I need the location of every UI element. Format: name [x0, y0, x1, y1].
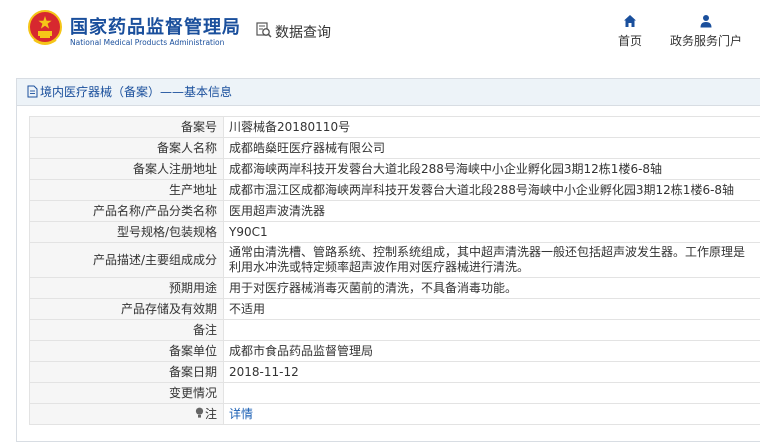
table-row: 预期用途 用于对医疗器械消毒灭菌前的清洗，不具备消毒功能。: [30, 278, 760, 299]
nav-home-label: 首页: [618, 34, 642, 48]
note-label-cell: 注: [30, 404, 224, 425]
row-value: [224, 320, 760, 341]
row-value: Y90C1: [224, 222, 760, 243]
row-label: 产品名称/产品分类名称: [30, 201, 224, 222]
row-value: 成都市温江区成都海峡两岸科技开发蓉台大道北段288号海峡中小企业孵化园3期12栋…: [224, 180, 760, 201]
row-value: 2018-11-12: [224, 362, 760, 383]
row-label: 注: [205, 407, 217, 421]
row-label: 变更情况: [30, 383, 224, 404]
home-icon: [623, 14, 637, 28]
site-subtitle: National Medical Products Administration: [70, 38, 224, 47]
table-row: 型号规格/包装规格 Y90C1: [30, 222, 760, 243]
table-row: 备注: [30, 320, 760, 341]
table-row: 产品名称/产品分类名称 医用超声波清洗器: [30, 201, 760, 222]
row-label: 型号规格/包装规格: [30, 222, 224, 243]
table-row: 产品存储及有效期 不适用: [30, 299, 760, 320]
row-value: [224, 383, 760, 404]
row-value: 成都海峡两岸科技开发蓉台大道北段288号海峡中小企业孵化园3期12栋1楼6-8轴: [224, 159, 760, 180]
table-row: 变更情况: [30, 383, 760, 404]
nav-gov-service[interactable]: 政务服务门户: [666, 14, 746, 49]
user-icon: [699, 14, 713, 28]
app-title: 数据查询: [275, 22, 331, 42]
row-label: 备案日期: [30, 362, 224, 383]
row-value: 不适用: [224, 299, 760, 320]
site-title[interactable]: 国家药品监督管理局: [70, 13, 241, 39]
details-link[interactable]: 详情: [229, 407, 253, 421]
row-label: 备案人名称: [30, 138, 224, 159]
row-label: 预期用途: [30, 278, 224, 299]
document-icon: [27, 85, 38, 98]
row-value: 用于对医疗器械消毒灭菌前的清洗，不具备消毒功能。: [224, 278, 760, 299]
table-row: 备案日期 2018-11-12: [30, 362, 760, 383]
row-label: 生产地址: [30, 180, 224, 201]
row-label: 备案人注册地址: [30, 159, 224, 180]
row-label: 备注: [30, 320, 224, 341]
table-row: 备案人名称 成都皓燊旺医疗器械有限公司: [30, 138, 760, 159]
record-table-wrap: 备案号 川蓉械备20180110号 备案人名称 成都皓燊旺医疗器械有限公司 备案…: [29, 116, 760, 425]
lightbulb-icon: [195, 407, 204, 419]
row-value: 川蓉械备20180110号: [224, 117, 760, 138]
breadcrumb[interactable]: 境内医疗器械（备案）——基本信息: [40, 85, 232, 99]
nav-gov-service-label: 政务服务门户: [670, 34, 742, 48]
record-table: 备案号 川蓉械备20180110号 备案人名称 成都皓燊旺医疗器械有限公司 备案…: [29, 116, 760, 425]
panel-header: 境内医疗器械（备案）——基本信息: [17, 79, 760, 106]
table-row: 生产地址 成都市温江区成都海峡两岸科技开发蓉台大道北段288号海峡中小企业孵化园…: [30, 180, 760, 201]
details-cell: 详情: [224, 404, 760, 425]
table-row: 备案人注册地址 成都海峡两岸科技开发蓉台大道北段288号海峡中小企业孵化园3期1…: [30, 159, 760, 180]
search-icon: [256, 22, 272, 38]
row-value: 医用超声波清洗器: [224, 201, 760, 222]
row-value: 通常由清洗槽、管路系统、控制系统组成，其中超声清洗器一般还包括超声波发生器。工作…: [224, 243, 760, 278]
row-value: 成都市食品药品监督管理局: [224, 341, 760, 362]
table-row: 备案号 川蓉械备20180110号: [30, 117, 760, 138]
row-label: 备案单位: [30, 341, 224, 362]
row-label: 备案号: [30, 117, 224, 138]
detail-panel: 境内医疗器械（备案）——基本信息 备案号 川蓉械备20180110号 备案人名称…: [16, 78, 760, 442]
row-label: 产品描述/主要组成成分: [30, 243, 224, 278]
table-row: 产品描述/主要组成成分 通常由清洗槽、管路系统、控制系统组成，其中超声清洗器一般…: [30, 243, 760, 278]
table-row: 备案单位 成都市食品药品监督管理局: [30, 341, 760, 362]
site-header: 国家药品监督管理局 National Medical Products Admi…: [0, 0, 760, 62]
row-value: 成都皓燊旺医疗器械有限公司: [224, 138, 760, 159]
nav-home[interactable]: 首页: [614, 14, 646, 49]
table-row: 注 详情: [30, 404, 760, 425]
row-label: 产品存储及有效期: [30, 299, 224, 320]
national-emblem-icon: [28, 10, 62, 46]
